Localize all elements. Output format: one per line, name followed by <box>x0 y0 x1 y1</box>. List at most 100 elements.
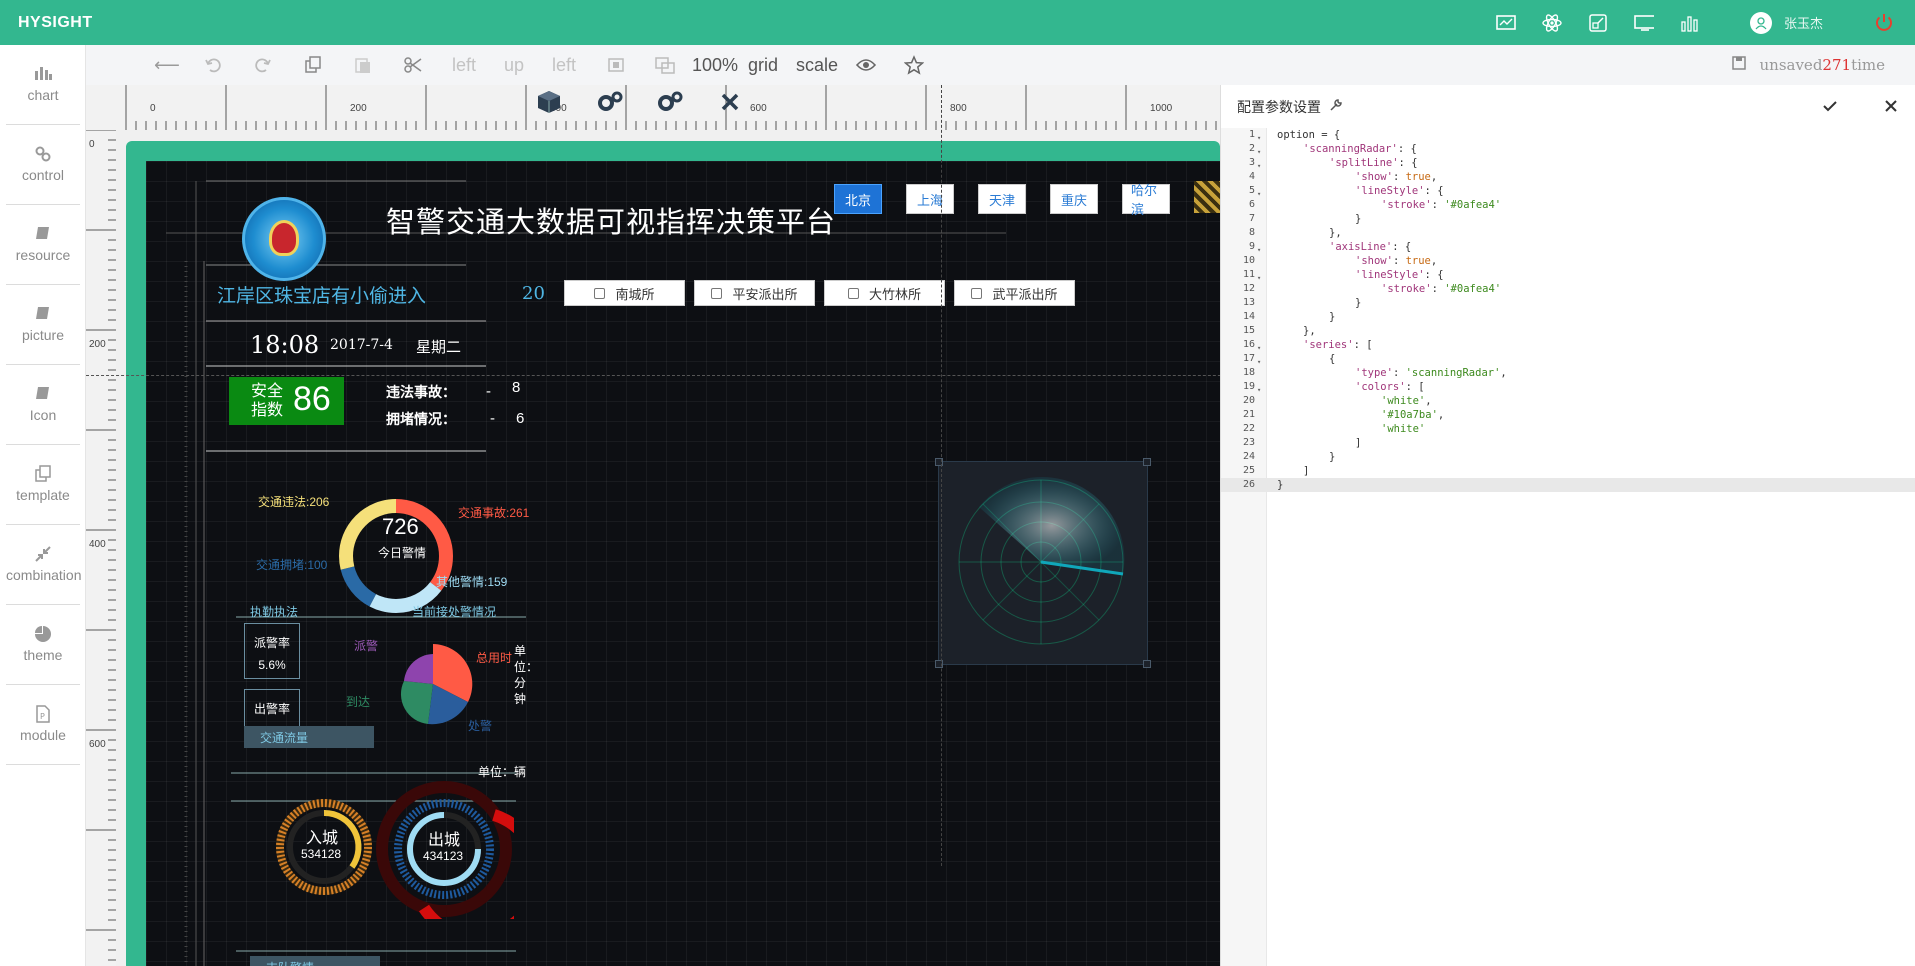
sidebar-item-control[interactable]: control <box>6 125 80 205</box>
scale-button[interactable]: scale <box>796 45 838 85</box>
book-icon <box>6 225 80 245</box>
eye-icon[interactable] <box>856 45 876 85</box>
book-icon <box>6 305 80 325</box>
sidebar-item-label: template <box>16 487 70 503</box>
jam-value: 6 <box>516 410 525 427</box>
monitor-chart-icon[interactable] <box>1496 13 1516 33</box>
vertical-ruler: 0 200 400 600 <box>86 130 116 966</box>
station-checkbox[interactable]: 平安派出所 <box>694 280 815 306</box>
enforcement-title: 执勤执法 <box>250 605 299 619</box>
code-line[interactable]: 7} <box>1221 212 1915 226</box>
user-name[interactable]: 张玉杰 <box>1784 13 1823 32</box>
clock-time: 18:08 <box>250 331 320 359</box>
bar-chart-icon[interactable] <box>1680 13 1700 33</box>
save-icon[interactable] <box>1731 56 1746 74</box>
back-arrow-icon[interactable]: ⟵ <box>154 45 180 85</box>
canvas-area[interactable]: 0 200 400 600 800 1000 0 200 400 600 <box>86 85 1220 966</box>
code-line[interactable]: 5 ▾'lineStyle': { <box>1221 184 1915 198</box>
paste-icon[interactable] <box>354 45 372 85</box>
ruler-label: 0 <box>150 103 156 114</box>
station-checkbox[interactable]: 武平派出所 <box>954 280 1075 306</box>
ruler-label: 600 <box>750 103 767 114</box>
code-line[interactable]: 9 ▾'axisLine': { <box>1221 240 1915 254</box>
confirm-icon[interactable] <box>1823 99 1837 115</box>
code-line[interactable]: 8}, <box>1221 226 1915 240</box>
align-left-button-2[interactable]: left <box>552 45 576 85</box>
star-icon[interactable] <box>904 45 924 85</box>
sidebar-item-module[interactable]: P module <box>6 685 80 765</box>
code-line[interactable]: 22'white' <box>1221 422 1915 436</box>
power-icon[interactable] <box>1873 13 1893 33</box>
copy-icon <box>6 465 80 485</box>
sidebar-item-template[interactable]: template <box>6 445 80 525</box>
code-line[interactable]: 26} <box>1221 478 1915 492</box>
station-checkbox[interactable]: 大竹林所 <box>824 280 945 306</box>
sidebar-item-chart[interactable]: chart <box>6 45 80 125</box>
city-button[interactable]: 北京 <box>834 184 882 214</box>
cube-icon[interactable] <box>536 87 562 117</box>
code-line[interactable]: 14} <box>1221 310 1915 324</box>
code-line[interactable]: 11 ▾'lineStyle': { <box>1221 268 1915 282</box>
violation-dash: - <box>486 383 491 400</box>
code-line[interactable]: 18'type': 'scanningRadar', <box>1221 366 1915 380</box>
handling-pie-chart <box>400 644 473 725</box>
zoom-level[interactable]: 100% <box>692 45 738 85</box>
close-icon[interactable] <box>720 87 740 117</box>
user-avatar-icon[interactable] <box>1749 11 1772 34</box>
code-line[interactable]: 3 ▾'splitLine': { <box>1221 156 1915 170</box>
gears-icon-2[interactable] <box>656 87 684 117</box>
code-line[interactable]: 21 '#10a7ba', <box>1221 408 1915 422</box>
code-line[interactable]: 6'stroke': '#0afea4' <box>1221 198 1915 212</box>
panel-title: 配置参数设置 <box>1237 98 1321 115</box>
align-up-button[interactable]: up <box>504 45 524 85</box>
copy-icon[interactable] <box>304 45 322 85</box>
scanning-radar-widget[interactable] <box>935 458 1151 668</box>
guide-line-horizontal <box>86 375 1220 376</box>
code-line[interactable]: 19 ▾'colors': [ <box>1221 380 1915 394</box>
alarm-count: 20 <box>522 283 545 304</box>
team-alert-tag: 支队警情 <box>250 956 380 966</box>
code-line[interactable]: 25] <box>1221 464 1915 478</box>
align-left-button[interactable]: left <box>452 45 476 85</box>
sidebar-item-icon[interactable]: Icon <box>6 365 80 445</box>
cut-icon[interactable] <box>404 45 422 85</box>
code-editor[interactable]: 1 ▾ option = {2 ▾'scanningRadar': {3 ▾'split… <box>1221 128 1915 492</box>
city-button[interactable]: 重庆 <box>1050 184 1098 214</box>
code-line[interactable]: 16 ▾'series': [ <box>1221 338 1915 352</box>
ruler-label: 0 <box>89 139 95 150</box>
redo-icon[interactable] <box>254 45 272 85</box>
sidebar-item-combination[interactable]: combination <box>6 525 82 605</box>
atom-icon[interactable] <box>1542 13 1562 33</box>
code-line[interactable]: 10'show': true, <box>1221 254 1915 268</box>
code-line[interactable]: 2 ▾'scanningRadar': { <box>1221 142 1915 156</box>
code-line[interactable]: 24} <box>1221 450 1915 464</box>
code-line[interactable]: 13} <box>1221 296 1915 310</box>
code-line[interactable]: 17 ▾{ <box>1221 352 1915 366</box>
grid-button[interactable]: grid <box>748 45 778 85</box>
close-panel-icon[interactable] <box>1885 99 1897 115</box>
gears-icon[interactable] <box>596 87 624 117</box>
share-icon[interactable] <box>1588 13 1608 33</box>
station-checkbox[interactable]: 南城所 <box>564 280 685 306</box>
code-line[interactable]: 15}, <box>1221 324 1915 338</box>
fit-icon[interactable] <box>606 45 626 85</box>
code-line[interactable]: 23] <box>1221 436 1915 450</box>
city-button[interactable]: 上海 <box>906 184 954 214</box>
alarm-text: 江岸区珠宝店有小偷进入 <box>217 285 427 307</box>
code-line[interactable]: 20'white', <box>1221 394 1915 408</box>
city-button[interactable]: 哈尔滨 <box>1122 183 1170 217</box>
city-button[interactable]: 天津 <box>978 184 1026 214</box>
sidebar-item-resource[interactable]: resource <box>6 205 80 285</box>
traffic-flow-tag: 交通流量 <box>244 726 374 748</box>
screen-icon[interactable] <box>1634 13 1654 33</box>
out-rate-label: 出警率 <box>253 702 290 716</box>
code-line[interactable]: 4'show': true, <box>1221 170 1915 184</box>
sidebar-item-theme[interactable]: theme <box>6 605 80 685</box>
code-line[interactable]: 1 ▾ option = { <box>1221 128 1915 142</box>
resize-icon[interactable] <box>654 45 676 85</box>
dashboard-screen[interactable]: 智警交通大数据可视指挥决策平台 北京 上海 天津 重庆 哈尔滨 江岸区珠宝店有小… <box>146 161 1220 966</box>
sidebar-item-label: control <box>21 167 65 183</box>
undo-icon[interactable] <box>204 45 222 85</box>
code-line[interactable]: 12'stroke': '#0afea4' <box>1221 282 1915 296</box>
sidebar-item-picture[interactable]: picture <box>6 285 80 365</box>
